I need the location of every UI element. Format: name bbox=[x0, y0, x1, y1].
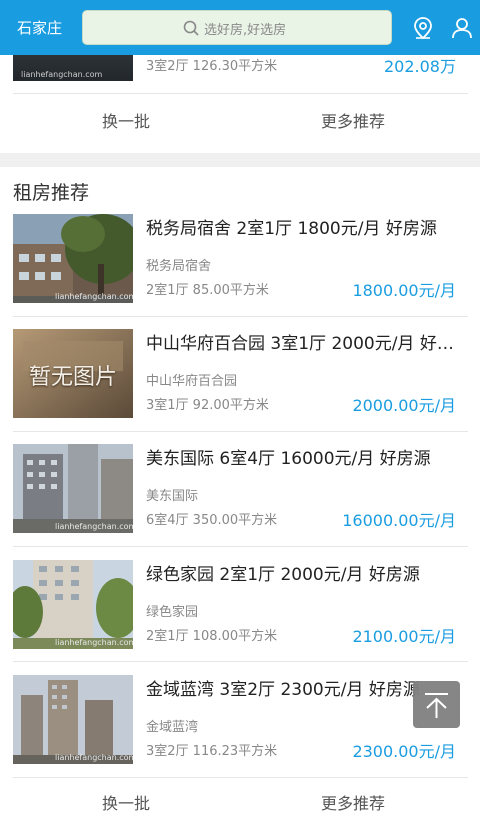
list-item[interactable]: lianhefangchan.com 美东国际 6室4厅 16000元/月 好房… bbox=[0, 444, 480, 559]
divider bbox=[13, 661, 468, 662]
listing-estate: 金域蓝湾 bbox=[146, 720, 199, 735]
location-pin-icon[interactable] bbox=[412, 16, 434, 40]
refresh-button[interactable]: 换一批 bbox=[102, 108, 150, 132]
watermark: lianhefangchan.com bbox=[55, 522, 133, 531]
watermark: lianhefangchan.com bbox=[21, 70, 103, 79]
listing-thumbnail[interactable]: lianhefangchan.com bbox=[13, 560, 133, 649]
listing-price: 2300.00元/月 bbox=[352, 742, 456, 761]
arrow-up-icon bbox=[425, 693, 448, 718]
back-to-top-button[interactable] bbox=[413, 681, 460, 728]
listing-spec: 2室1厅 85.00平方米 bbox=[146, 283, 269, 298]
city-selector[interactable]: 石家庄 bbox=[17, 17, 62, 38]
section-title: 租房推荐 bbox=[13, 182, 90, 204]
listing-title[interactable]: 绿色家园 2室1厅 2000元/月 好房源 bbox=[146, 560, 466, 585]
listing-thumbnail[interactable]: lianhefangchan.com bbox=[13, 214, 133, 303]
listing-spec: 3室1厅 92.00平方米 bbox=[146, 398, 269, 413]
listing-price: 2100.00元/月 bbox=[352, 627, 456, 646]
section-actions: 换一批 更多推荐 bbox=[0, 778, 480, 828]
listing-estate: 税务局宿舍 bbox=[146, 259, 212, 274]
building-photo bbox=[13, 444, 133, 533]
tower-photo bbox=[13, 675, 133, 764]
listing-price: 2000.00元/月 bbox=[352, 396, 456, 415]
listing-price: 1800.00元/月 bbox=[352, 281, 456, 300]
search-input[interactable]: 选好房,好选房 bbox=[82, 10, 392, 45]
search-icon bbox=[183, 20, 199, 36]
more-recommend-button[interactable]: 更多推荐 bbox=[321, 790, 385, 814]
listing-price: 202.08万 bbox=[384, 57, 456, 76]
watermark: lianhefangchan.com bbox=[55, 753, 133, 762]
top-bar: 石家庄 选好房,好选房 bbox=[0, 0, 480, 55]
listing-spec: 2室1厅 108.00平方米 bbox=[146, 629, 278, 644]
divider bbox=[13, 431, 468, 432]
list-item[interactable]: 暂无图片 中山华府百合园 3室1厅 2000元/月 好房源 中山华府百合园 3室… bbox=[0, 329, 480, 444]
building-tree-photo bbox=[13, 214, 133, 303]
listing-estate: 美东国际 bbox=[146, 489, 199, 504]
watermark: lianhefangchan.com bbox=[55, 292, 133, 301]
listing-spec: 3室2厅 126.30平方米 bbox=[146, 59, 278, 74]
listing-thumbnail[interactable]: lianhefangchan.com bbox=[13, 444, 133, 533]
listing-title[interactable]: 税务局宿舍 2室1厅 1800元/月 好房源 bbox=[146, 214, 466, 239]
listing-thumbnail[interactable]: lianhefangchan.com bbox=[13, 675, 133, 764]
listing-title[interactable]: 中山华府百合园 3室1厅 2000元/月 好房源 bbox=[146, 329, 466, 354]
listing-spec: 3室2厅 116.23平方米 bbox=[146, 744, 278, 759]
search-placeholder: 选好房,好选房 bbox=[204, 23, 287, 38]
no-image-text: 暂无图片 bbox=[28, 365, 117, 390]
listing-spec: 6室4厅 350.00平方米 bbox=[146, 513, 278, 528]
listing-price: 16000.00元/月 bbox=[342, 511, 456, 530]
listing-thumbnail[interactable]: 暂无图片 bbox=[13, 329, 133, 418]
listing-estate: 绿色家园 bbox=[146, 605, 199, 620]
listing-estate: 中山华府百合园 bbox=[146, 374, 238, 389]
refresh-button[interactable]: 换一批 bbox=[102, 790, 150, 814]
divider bbox=[13, 316, 468, 317]
building-trees-photo bbox=[13, 560, 133, 649]
list-item[interactable]: lianhefangchan.com 金域蓝湾 3室2厅 2300元/月 好房源… bbox=[0, 675, 480, 790]
more-recommend-button[interactable]: 更多推荐 bbox=[321, 108, 385, 132]
list-item[interactable]: lianhefangchan.com 税务局宿舍 2室1厅 1800元/月 好房… bbox=[0, 214, 480, 329]
section-actions: 换一批 更多推荐 bbox=[0, 94, 480, 144]
user-icon[interactable] bbox=[451, 16, 473, 40]
watermark: lianhefangchan.com bbox=[55, 638, 133, 647]
list-item[interactable]: lianhefangchan.com 绿色家园 2室1厅 2000元/月 好房源… bbox=[0, 560, 480, 675]
divider bbox=[13, 546, 468, 547]
section-gap bbox=[0, 153, 480, 167]
listing-title[interactable]: 美东国际 6室4厅 16000元/月 好房源 bbox=[146, 444, 466, 469]
